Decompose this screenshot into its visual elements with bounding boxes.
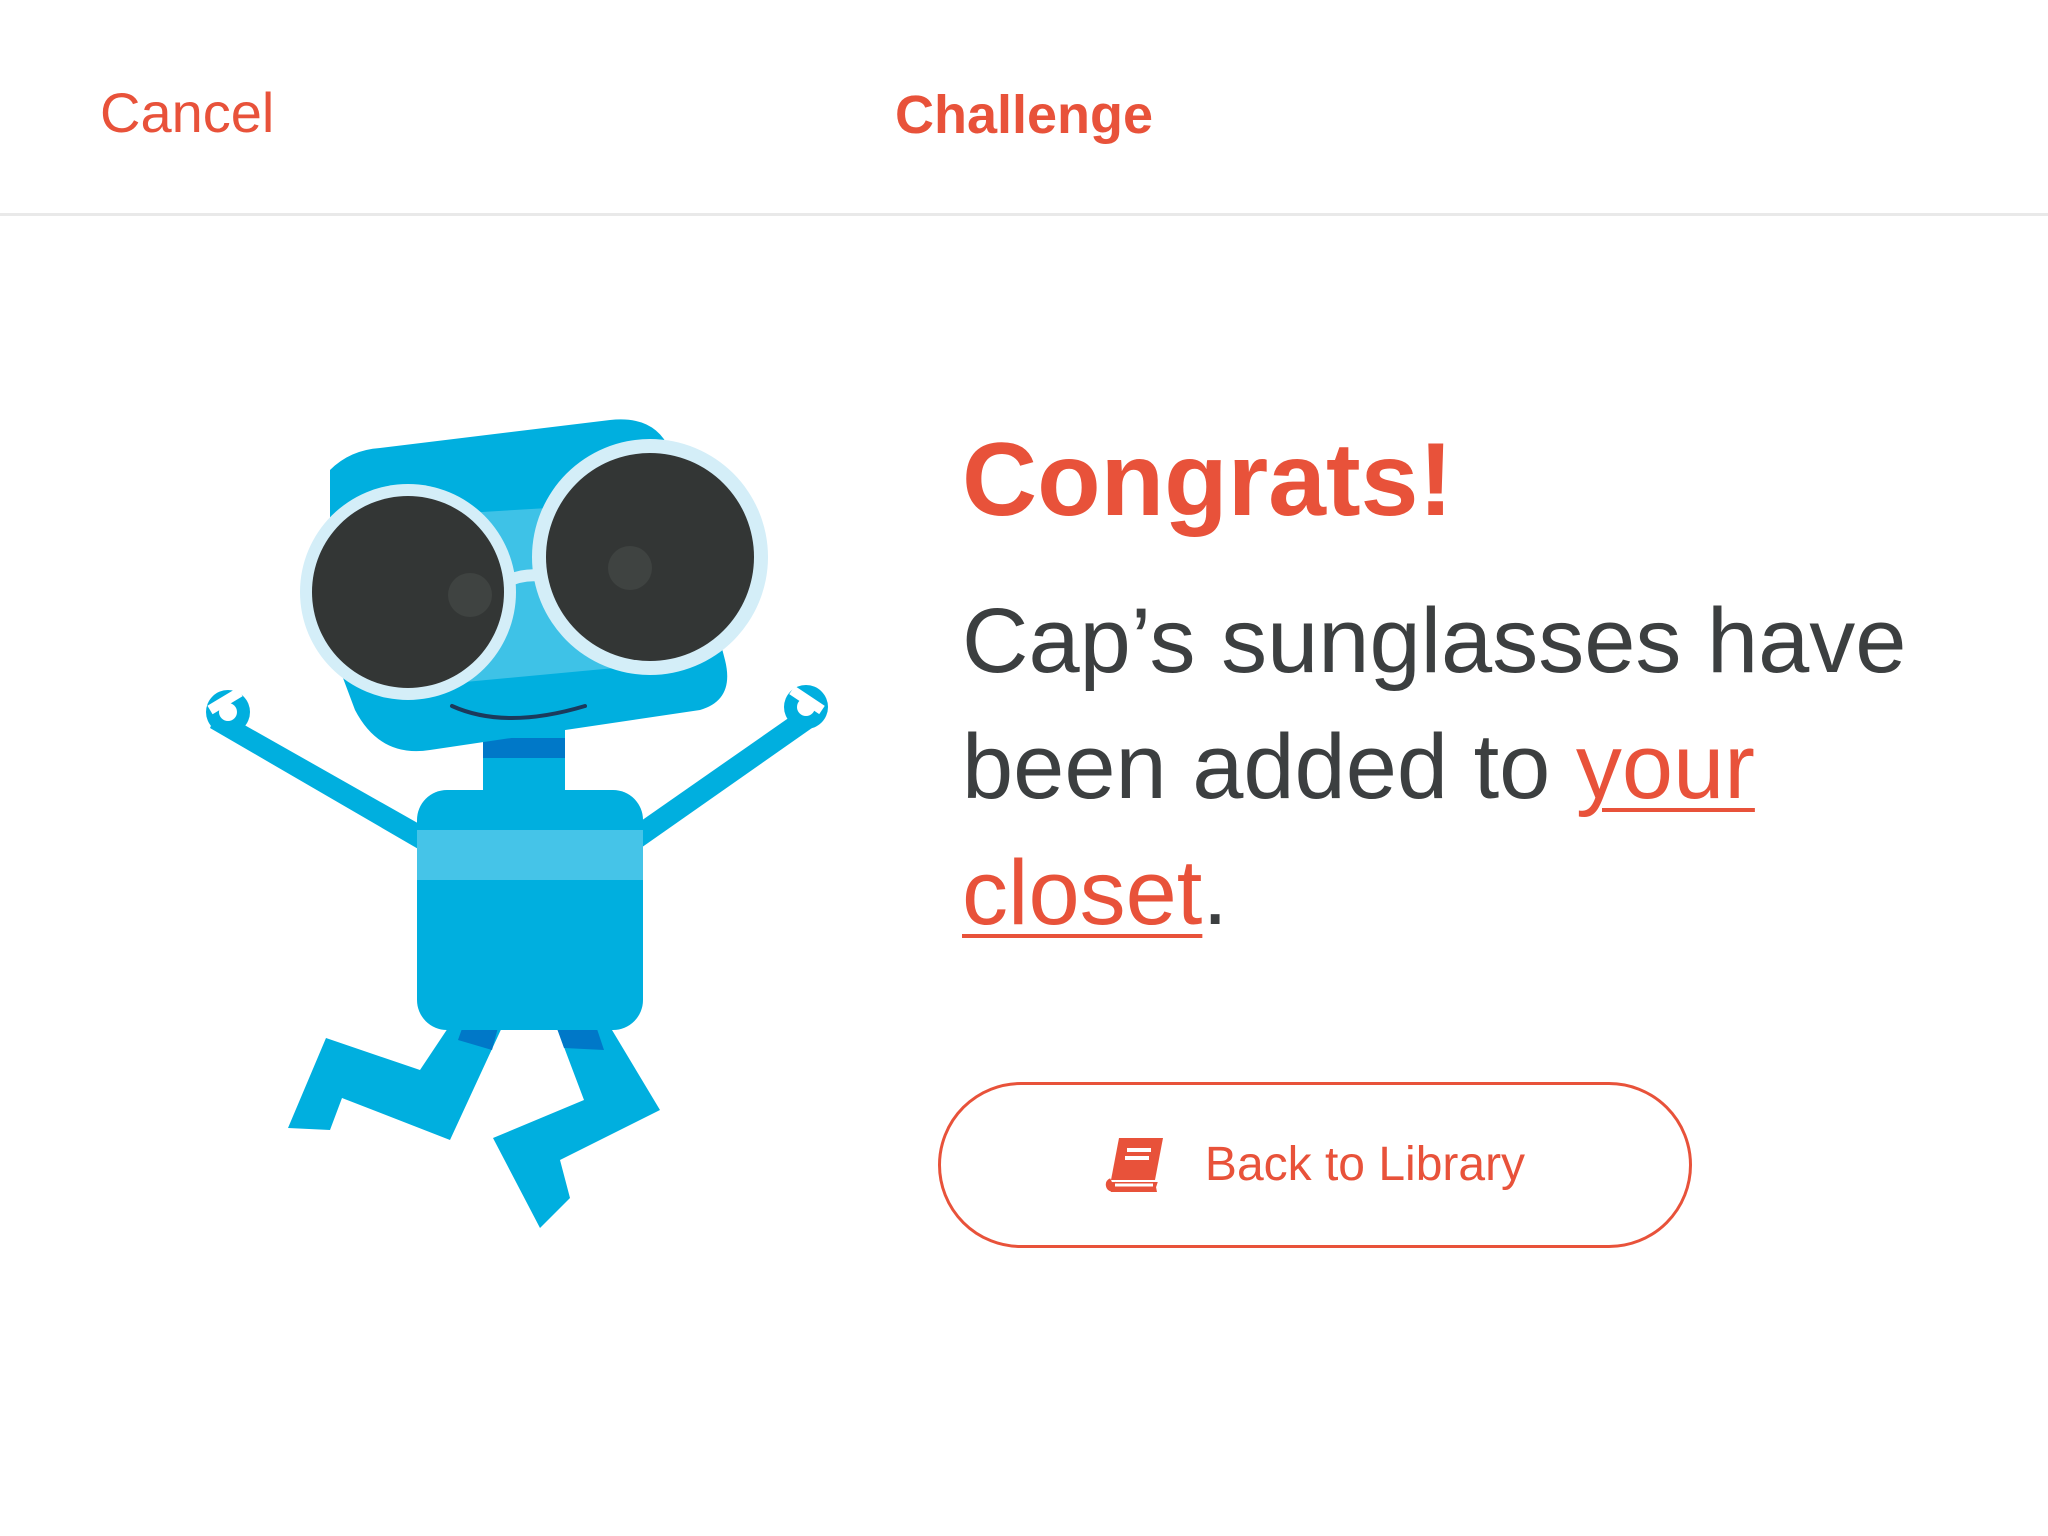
reward-message-text: Cap’s sunglasses have been added to xyxy=(962,590,1907,818)
mascot-legs xyxy=(288,1010,660,1228)
top-navigation-bar: Cancel Challenge xyxy=(0,0,2048,216)
back-to-library-label: Back to Library xyxy=(1204,1138,1526,1191)
cap-mascot-illustration xyxy=(206,419,828,1228)
back-to-library-button[interactable]: Back to Library xyxy=(938,1082,1692,1248)
mascot-body xyxy=(417,730,643,1030)
book-icon xyxy=(1105,1138,1163,1192)
congrats-message-panel: Congrats! Cap’s sunglasses have been add… xyxy=(962,420,2002,956)
challenge-complete-screen: Cancel Challenge Congrats! Cap’s sunglas… xyxy=(0,0,2048,1536)
reward-message-period: . xyxy=(1202,842,1228,944)
reward-message: Cap’s sunglasses have been added to your… xyxy=(962,578,2002,956)
page-title: Challenge xyxy=(894,85,1154,145)
congrats-heading: Congrats! xyxy=(962,422,1454,538)
